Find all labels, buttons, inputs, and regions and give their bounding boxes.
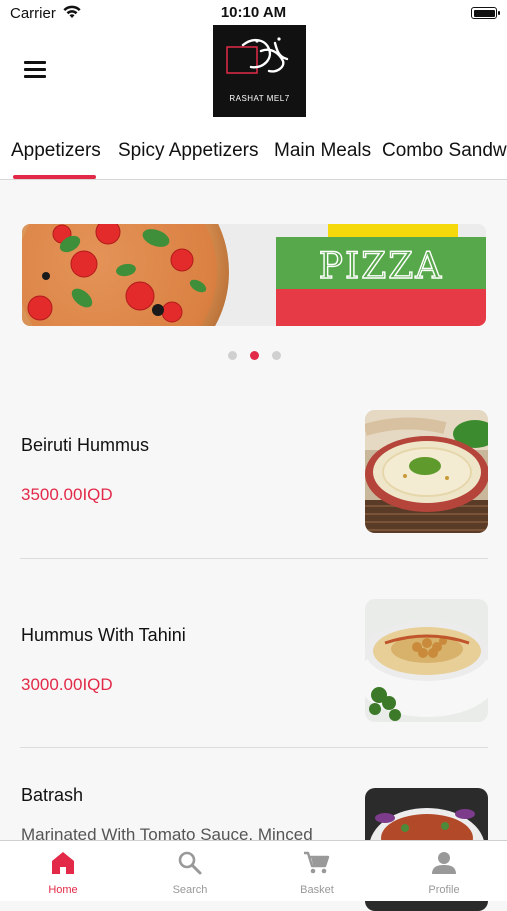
pizza-banner-image: PIZZA: [22, 224, 486, 326]
tab-appetizers[interactable]: Appetizers: [11, 140, 101, 162]
item-image[interactable]: [365, 599, 488, 722]
nav-search-label: Search: [172, 884, 208, 896]
carousel-dot-2[interactable]: [250, 351, 259, 360]
logo-text: RASHAT MEL7: [229, 94, 290, 103]
promo-banner[interactable]: PIZZA: [22, 224, 486, 326]
banner-title: PIZZA: [319, 246, 443, 287]
home-icon: [52, 852, 74, 874]
tab-combo-sandwich[interactable]: Combo Sandwich: [382, 140, 507, 162]
item-name: Hummus With Tahini: [21, 625, 186, 645]
banner-red-block: [276, 289, 486, 326]
nav-search[interactable]: Search: [127, 841, 253, 901]
battery-icon: [471, 7, 500, 19]
carousel-dot-1[interactable]: [228, 351, 237, 360]
tab-main-meals[interactable]: Main Meals: [274, 140, 371, 162]
logo-calligraphy-icon: [226, 37, 289, 74]
basket-icon: [304, 851, 330, 874]
category-tabs: Appetizers Spicy Appetizers Main Meals C…: [0, 128, 507, 180]
item-image[interactable]: [365, 410, 488, 533]
profile-icon: [432, 852, 456, 874]
item-price: 3000.00IQD: [21, 675, 113, 694]
nav-home-label: Home: [48, 884, 78, 896]
item-divider: [20, 558, 488, 559]
nav-profile-label: Profile: [428, 884, 460, 896]
banner-yellow-strip: [328, 224, 458, 237]
app-header: RASHAT MEL7: [0, 25, 507, 128]
item-name: Beiruti Hummus: [21, 435, 150, 455]
search-icon: [178, 851, 202, 875]
bottom-navigation: Home Search Basket Profile: [0, 840, 507, 901]
status-time: 10:10 AM: [220, 4, 287, 21]
item-divider: [20, 747, 488, 748]
carousel-dot-3[interactable]: [272, 351, 281, 360]
status-bar: Carrier 10:10 AM: [0, 0, 507, 28]
hamburger-menu-icon[interactable]: [24, 61, 46, 79]
nav-basket[interactable]: Basket: [254, 841, 380, 901]
tab-spicy-appetizers[interactable]: Spicy Appetizers: [118, 140, 258, 162]
nav-profile[interactable]: Profile: [381, 841, 507, 901]
nav-basket-label: Basket: [300, 884, 334, 896]
restaurant-logo: RASHAT MEL7: [213, 25, 306, 117]
nav-home[interactable]: Home: [0, 841, 126, 901]
item-price: 3500.00IQD: [21, 485, 113, 504]
active-tab-indicator: [13, 175, 96, 179]
item-name: Batrash: [21, 785, 84, 805]
